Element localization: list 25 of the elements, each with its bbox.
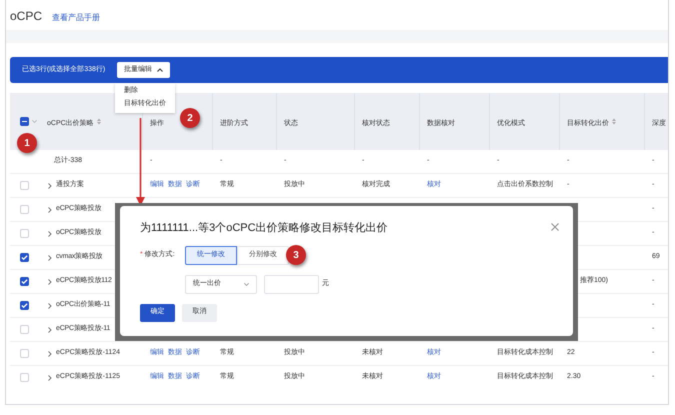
checkbox[interactable]: [20, 229, 29, 238]
checkbox[interactable]: [20, 325, 29, 334]
checkbox[interactable]: [20, 205, 29, 214]
expand-icon[interactable]: [48, 206, 52, 212]
checkbox[interactable]: [20, 277, 29, 286]
expand-icon[interactable]: [48, 302, 52, 308]
expand-icon[interactable]: [48, 278, 52, 284]
manual-link[interactable]: 查看产品手册: [52, 14, 100, 22]
page-title: oCPC: [10, 10, 42, 22]
expand-icon[interactable]: [48, 182, 52, 188]
checkbox[interactable]: [20, 181, 29, 190]
bid-input[interactable]: [264, 274, 319, 294]
expand-icon[interactable]: [48, 350, 52, 356]
checkbox[interactable]: [20, 349, 29, 358]
chevron-icon: [244, 282, 249, 286]
dialog-title: 为1111111...等3个oCPC出价策略修改目标转化出价: [140, 221, 388, 236]
expand-icon[interactable]: [48, 326, 52, 332]
expand-icon[interactable]: [48, 254, 52, 260]
close-icon[interactable]: [551, 223, 559, 231]
expand-icon[interactable]: [48, 230, 52, 236]
checkbox[interactable]: [20, 253, 29, 262]
select-all-checkbox[interactable]: [20, 117, 29, 126]
checkbox[interactable]: [20, 373, 29, 382]
expand-icon[interactable]: [48, 374, 52, 380]
checkbox[interactable]: [20, 301, 29, 310]
